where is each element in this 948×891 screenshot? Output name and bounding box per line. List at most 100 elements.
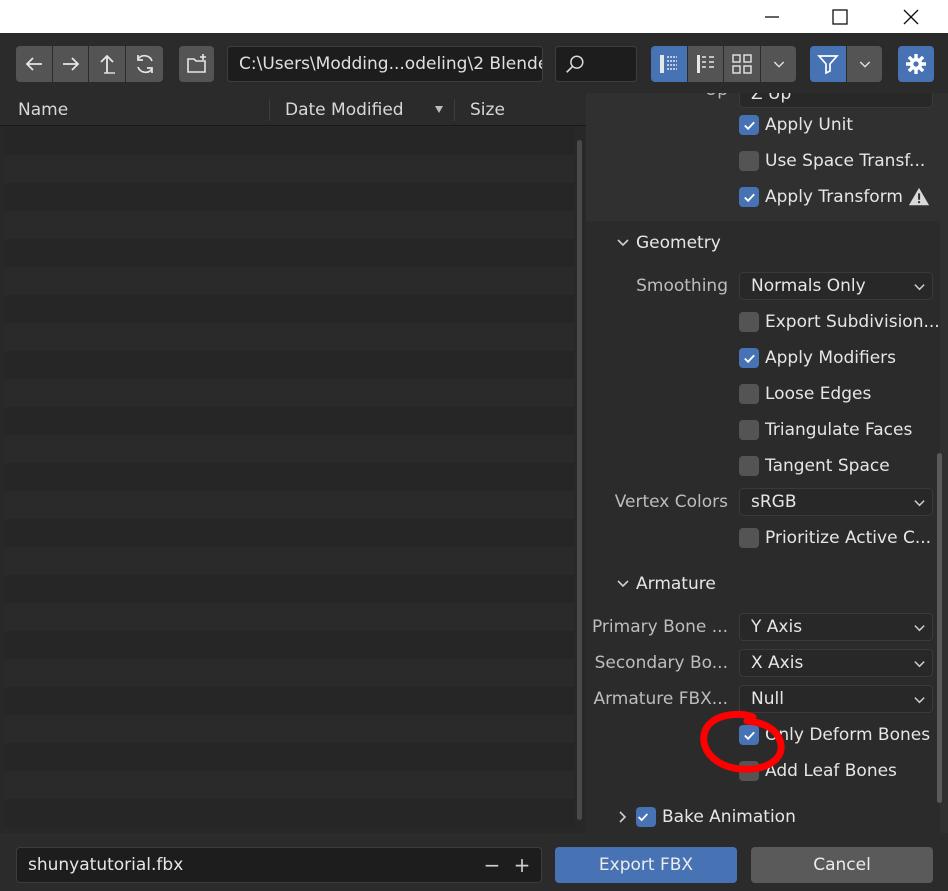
checkbox-checked-icon[interactable] — [636, 807, 656, 827]
smoothing-dropdown[interactable]: Normals Only — [739, 272, 933, 300]
empty-row — [4, 155, 574, 183]
filter-options-dropdown[interactable] — [847, 46, 882, 82]
decrement-filename-button[interactable]: − — [481, 848, 503, 882]
back-button[interactable] — [16, 46, 52, 82]
forward-button[interactable] — [53, 46, 88, 82]
close-icon[interactable] — [887, 0, 935, 33]
filename-field[interactable]: shunyatutorial.fbx − + — [16, 847, 542, 883]
empty-row — [4, 407, 574, 435]
empty-row — [4, 631, 574, 659]
display-thumbnails-button[interactable] — [724, 46, 760, 82]
chevron-down-icon — [914, 284, 925, 291]
display-vertical-list-button[interactable] — [651, 46, 687, 82]
checkbox-checked-icon — [739, 725, 759, 745]
increment-filename-button[interactable]: + — [511, 848, 533, 882]
checkbox-unchecked-icon — [739, 528, 759, 548]
empty-row — [4, 659, 574, 687]
armature-section-header[interactable]: Armature — [616, 570, 716, 598]
new-folder-button[interactable] — [179, 46, 214, 82]
search-input[interactable] — [590, 51, 630, 77]
column-date-modified[interactable]: Date Modified — [285, 100, 404, 120]
empty-row — [4, 267, 574, 295]
column-size[interactable]: Size — [470, 100, 505, 120]
export-fbx-button[interactable]: Export FBX — [555, 847, 737, 883]
apply-transform-checkbox[interactable]: Apply Transform — [739, 184, 903, 210]
file-rows — [4, 127, 574, 833]
secondary-bone-axis-label: Secondary Bo... — [594, 653, 728, 673]
chevron-down-icon — [914, 661, 925, 668]
horizontal-list-icon — [696, 55, 714, 73]
up-axis-label: Up — [586, 93, 728, 100]
empty-row — [4, 183, 574, 211]
chevron-down-icon — [617, 580, 629, 588]
prioritize-active-color-checkbox[interactable]: Prioritize Active C... — [739, 525, 931, 551]
chevron-down-icon — [773, 61, 784, 68]
settings-scrollbar[interactable] — [937, 453, 942, 803]
smoothing-label: Smoothing — [636, 276, 728, 296]
gear-icon — [906, 54, 926, 74]
empty-row — [4, 435, 574, 463]
empty-row — [4, 351, 574, 379]
chevron-down-icon — [859, 61, 870, 68]
minimize-icon[interactable] — [748, 0, 796, 33]
refresh-icon — [136, 54, 153, 74]
geometry-section-header[interactable]: Geometry — [616, 229, 721, 257]
armature-fbx-node-type-dropdown[interactable]: Null — [739, 685, 933, 713]
empty-row — [4, 603, 574, 631]
maximize-icon[interactable] — [816, 0, 864, 33]
parent-directory-button[interactable] — [89, 46, 125, 82]
display-size-dropdown[interactable] — [761, 46, 796, 82]
vertex-colors-dropdown[interactable]: sRGB — [739, 488, 933, 516]
vertical-list-icon — [660, 55, 677, 73]
refresh-button[interactable] — [126, 46, 163, 82]
empty-row — [4, 799, 574, 827]
add-leaf-bones-checkbox[interactable]: Add Leaf Bones — [739, 758, 897, 784]
primary-bone-axis-dropdown[interactable]: Y Axis — [739, 613, 933, 641]
empty-row — [4, 379, 574, 407]
directory-path-field[interactable]: C:\Users\Modding...odeling\2 Blender\ — [227, 46, 543, 82]
filter-icon — [817, 55, 839, 75]
empty-row — [4, 519, 574, 547]
sort-descending-icon[interactable] — [434, 104, 444, 114]
empty-row — [4, 127, 574, 155]
apply-modifiers-checkbox[interactable]: Apply Modifiers — [739, 345, 896, 371]
cancel-button[interactable]: Cancel — [751, 847, 933, 883]
bottom-bar: shunyatutorial.fbx − + Export FBX Cancel — [0, 833, 948, 891]
apply-unit-checkbox[interactable]: Apply Unit — [739, 112, 853, 138]
export-subdivision-checkbox[interactable]: Export Subdivision... — [739, 309, 940, 335]
use-space-transform-checkbox[interactable]: Use Space Transf... — [739, 148, 925, 174]
search-field[interactable] — [555, 46, 637, 82]
checkbox-unchecked-icon — [739, 456, 759, 476]
checkbox-checked-icon — [739, 115, 759, 135]
tangent-space-checkbox[interactable]: Tangent Space — [739, 453, 890, 479]
up-axis-dropdown[interactable]: Z Up — [739, 93, 933, 108]
chevron-right-icon — [619, 811, 627, 823]
filter-toggle-button[interactable] — [810, 46, 846, 82]
column-name[interactable]: Name — [18, 100, 68, 120]
empty-row — [4, 771, 574, 799]
file-list-scrollbar[interactable] — [577, 140, 582, 820]
checkbox-checked-icon — [739, 187, 759, 207]
file-list[interactable]: Name Date Modified Size — [0, 93, 586, 833]
checkbox-unchecked-icon — [739, 312, 759, 332]
chevron-down-icon — [914, 697, 925, 704]
bake-animation-header[interactable]: Bake Animation — [616, 803, 796, 831]
search-icon — [566, 55, 584, 73]
primary-bone-axis-label: Primary Bone ... — [591, 617, 728, 637]
secondary-bone-axis-dropdown[interactable]: X Axis — [739, 649, 933, 677]
triangulate-faces-checkbox[interactable]: Triangulate Faces — [739, 417, 912, 443]
checkbox-checked-icon — [739, 348, 759, 368]
chevron-down-icon — [617, 239, 629, 247]
checkbox-unchecked-icon — [739, 151, 759, 171]
loose-edges-checkbox[interactable]: Loose Edges — [739, 381, 871, 407]
empty-row — [4, 491, 574, 519]
empty-row — [4, 547, 574, 575]
settings-toggle-button[interactable] — [898, 46, 934, 82]
vertex-colors-label: Vertex Colors — [614, 492, 728, 512]
checkbox-unchecked-icon — [739, 420, 759, 440]
file-browser-toolbar: C:\Users\Modding...odeling\2 Blender\ — [0, 33, 948, 93]
display-horizontal-list-button[interactable] — [688, 46, 723, 82]
empty-row — [4, 463, 574, 491]
empty-row — [4, 715, 574, 743]
only-deform-bones-checkbox[interactable]: Only Deform Bones — [739, 722, 930, 748]
